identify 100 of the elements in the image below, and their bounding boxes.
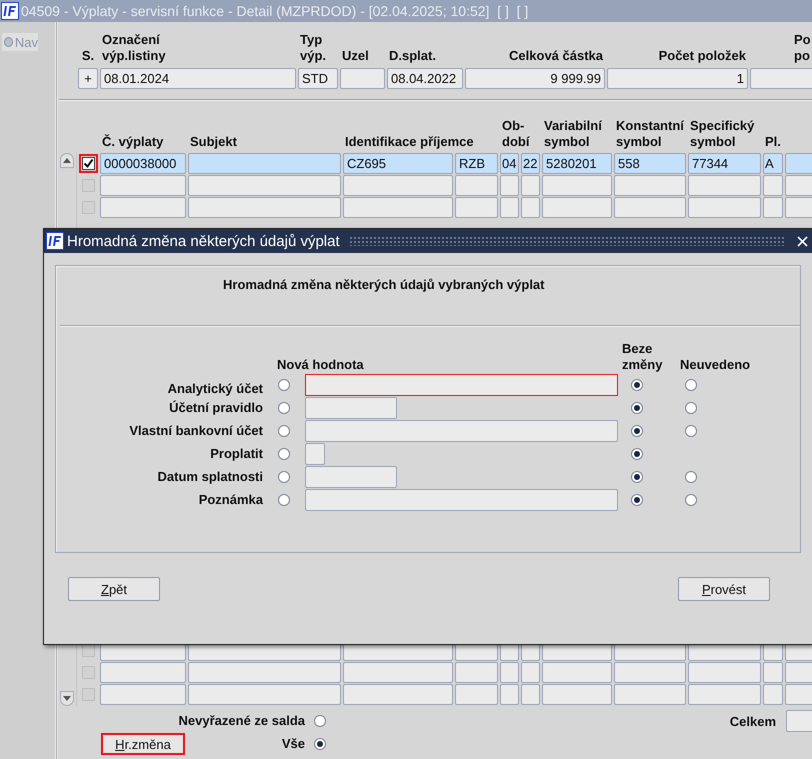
table-cell[interactable]: 1 [607,68,748,88]
table-cell[interactable] [500,684,519,705]
table-cell[interactable]: 22 [521,153,540,174]
input-field[interactable] [305,396,397,418]
radio-button[interactable] [631,378,643,390]
close-icon[interactable] [797,236,808,246]
radio-button[interactable] [314,714,326,726]
table-cell[interactable] [343,175,453,196]
table-cell[interactable] [542,684,612,705]
radio-button[interactable] [278,424,290,436]
radio-button[interactable] [631,494,643,506]
scroll-down-button[interactable] [60,691,74,706]
table-cell[interactable]: 77344 [688,153,761,174]
radio-button[interactable] [685,424,697,436]
radio-button[interactable] [685,402,697,414]
table-cell[interactable] [785,153,812,174]
table-cell[interactable]: RZB [455,153,498,174]
table-cell[interactable] [614,662,686,683]
table-cell[interactable] [688,197,761,218]
table-cell[interactable] [340,68,385,88]
table-cell[interactable] [100,662,186,683]
table-cell[interactable] [785,662,812,683]
table-cell[interactable] [500,662,519,683]
table-cell[interactable] [542,662,612,683]
table-cell[interactable] [188,175,341,196]
table-cell[interactable] [455,684,498,705]
table-cell[interactable] [763,175,783,196]
radio-button[interactable] [685,378,697,390]
table-cell[interactable] [614,197,686,218]
dialog-title: Hromadná změna některých údajů výplat [67,232,340,250]
table-cell[interactable]: STD [298,68,338,88]
table-cell[interactable] [785,175,812,196]
input-field[interactable] [305,420,618,442]
column-header: Č. výplaty [102,134,164,150]
table-cell[interactable] [763,662,783,683]
radio-button[interactable] [631,402,643,414]
table-cell[interactable] [188,684,341,705]
table-cell[interactable] [100,175,186,196]
table-cell[interactable] [785,684,812,705]
table-cell[interactable] [343,662,453,683]
table-cell[interactable] [688,662,761,683]
input-field[interactable] [305,442,325,464]
table-cell[interactable] [542,175,612,196]
table-cell[interactable] [188,153,341,174]
table-cell[interactable] [455,175,498,196]
radio-button[interactable] [685,494,697,506]
radio-button[interactable] [278,402,290,414]
radio-button[interactable] [631,424,643,436]
radio-button[interactable] [314,738,326,750]
table-cell[interactable]: 04 [500,153,519,174]
table-cell[interactable]: 558 [614,153,686,174]
checkbox[interactable] [78,154,98,173]
radio-button[interactable] [631,470,643,482]
table-cell[interactable] [100,197,186,218]
table-cell[interactable] [763,684,783,705]
table-cell[interactable]: 9 999.99 [465,68,605,88]
table-cell[interactable] [750,68,812,88]
table-cell[interactable] [614,684,686,705]
table-cell[interactable] [521,175,540,196]
table-cell[interactable] [688,175,761,196]
table-cell[interactable] [521,662,540,683]
table-cell[interactable] [521,684,540,705]
radio-button[interactable] [278,448,290,460]
input-field[interactable] [305,466,397,488]
table-cell[interactable] [500,197,519,218]
table-cell[interactable] [521,197,540,218]
column-header: Identifikace příjemce [345,134,474,150]
table-cell[interactable] [785,197,812,218]
table-cell[interactable]: 5280201 [542,153,612,174]
mass-change-button[interactable]: Hr.změna [101,733,185,755]
table-cell[interactable] [188,662,341,683]
table-cell[interactable] [614,175,686,196]
radio-button[interactable] [631,448,643,460]
total-field[interactable] [786,710,812,732]
radio-button[interactable] [278,470,290,482]
radio-button[interactable] [685,470,697,482]
dialog-button[interactable]: Zpět [68,577,160,601]
dialog-button[interactable]: Provést [678,577,770,601]
input-field[interactable] [305,488,618,510]
column-header: Subjekt [190,134,237,150]
radio-button[interactable] [278,378,290,390]
table-cell[interactable]: 08.01.2024 [100,68,296,88]
table-cell[interactable] [100,684,186,705]
table-cell[interactable] [688,684,761,705]
table-cell[interactable] [188,197,341,218]
table-cell[interactable]: 08.04.2022 [387,68,463,88]
table-cell[interactable]: A [763,153,783,174]
table-cell[interactable]: CZ695 [343,153,453,174]
table-cell[interactable] [500,175,519,196]
scroll-up-button[interactable] [60,153,74,168]
input-field[interactable] [305,374,618,396]
table-cell[interactable] [343,684,453,705]
table-cell[interactable] [763,197,783,218]
table-cell[interactable] [455,197,498,218]
table-cell[interactable] [343,197,453,218]
radio-button[interactable] [278,494,290,506]
table-cell[interactable] [455,662,498,683]
table-cell[interactable]: + [78,68,98,88]
table-cell[interactable]: 0000038000 [100,153,186,174]
table-cell[interactable] [542,197,612,218]
